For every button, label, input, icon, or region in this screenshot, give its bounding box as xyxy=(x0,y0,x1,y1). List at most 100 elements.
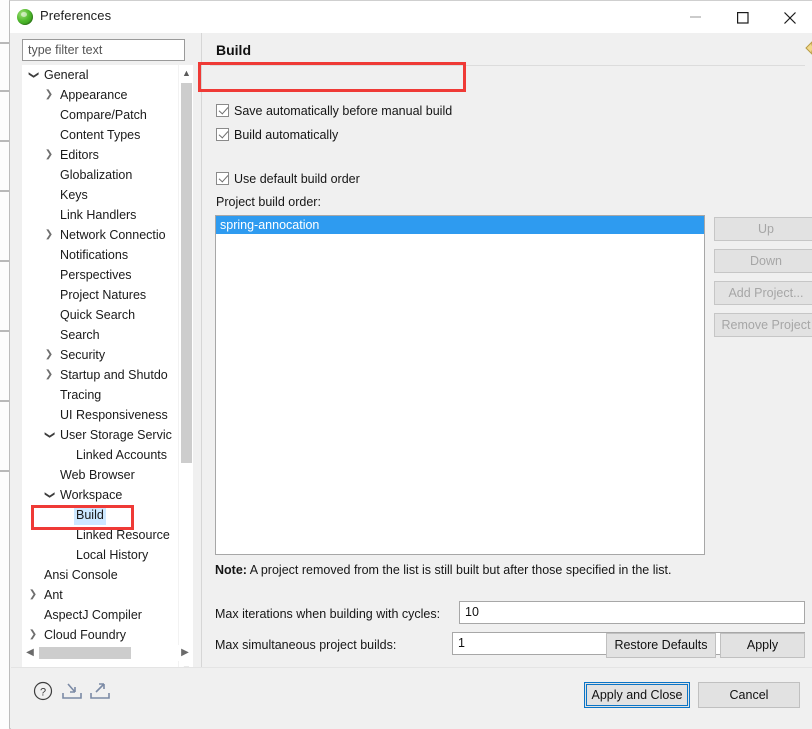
sidebar-item-label: Project Natures xyxy=(60,288,147,302)
sidebar-item-label: General xyxy=(44,68,89,82)
eclipse-icon xyxy=(17,9,33,25)
minimize-icon xyxy=(690,16,701,18)
down-button[interactable]: Down xyxy=(714,249,812,273)
sidebar-item-security[interactable]: ❯ Security xyxy=(22,345,178,365)
max-iterations-label: Max iterations when building with cycles… xyxy=(215,607,441,621)
chevron-down-icon[interactable]: ❯ xyxy=(23,68,43,82)
restore-defaults-button[interactable]: Restore Defaults xyxy=(606,633,716,658)
sidebar-item-quick-search[interactable]: Quick Search xyxy=(22,305,178,325)
checkbox-build-automatically[interactable]: Build automatically xyxy=(216,128,338,142)
sidebar-item-compare-patch[interactable]: Compare/Patch xyxy=(22,105,178,125)
sidebar-item-perspectives[interactable]: Perspectives xyxy=(22,265,178,285)
checkbox-use-default-build-order[interactable]: Use default build order xyxy=(216,172,360,186)
sidebar-item-label: Linked Resource xyxy=(76,528,170,542)
svg-text:?: ? xyxy=(40,687,46,699)
note-body: A project removed from the list is still… xyxy=(246,563,672,577)
sidebar-item-project-natures[interactable]: Project Natures xyxy=(22,285,178,305)
chevron-right-icon[interactable]: ❯ xyxy=(42,345,56,365)
sidebar-item-label: Build xyxy=(74,505,106,525)
sidebar-item-ant[interactable]: ❯ Ant xyxy=(22,585,178,605)
chevron-right-icon[interactable]: ❯ xyxy=(42,225,56,245)
sidebar-item-link-handlers[interactable]: Link Handlers xyxy=(22,205,178,225)
import-icon xyxy=(62,683,82,699)
cancel-button[interactable]: Cancel xyxy=(698,682,800,708)
sidebar-item-aspectj-compiler[interactable]: AspectJ Compiler xyxy=(22,605,178,625)
sidebar-item-label: Content Types xyxy=(60,128,141,142)
chevron-right-icon[interactable]: ❯ xyxy=(42,365,56,385)
add-project-button[interactable]: Add Project... xyxy=(714,281,812,305)
sidebar-item-ansi-console[interactable]: Ansi Console xyxy=(22,565,178,585)
max-iterations-input[interactable]: 10 xyxy=(459,601,805,624)
sidebar-item-label: Tracing xyxy=(60,388,102,402)
vertical-scrollbar-thumb[interactable] xyxy=(181,83,192,463)
maximize-icon xyxy=(737,12,749,24)
export-button[interactable] xyxy=(89,681,113,705)
sidebar-item-local-history[interactable]: Local History xyxy=(22,545,178,565)
apply-and-close-button[interactable]: Apply and Close xyxy=(584,682,690,708)
chevron-down-icon[interactable]: ❯ xyxy=(39,488,59,502)
title-bar: Preferences xyxy=(10,1,812,33)
sidebar-item-keys[interactable]: Keys xyxy=(22,185,178,205)
sidebar-item-label: Workspace xyxy=(60,488,123,502)
back-button[interactable] xyxy=(804,40,812,60)
chevron-right-icon[interactable]: ❯ xyxy=(26,585,40,605)
close-button[interactable] xyxy=(768,1,812,32)
sidebar-item-label: Web Browser xyxy=(60,468,135,482)
chevron-right-icon[interactable]: ❯ xyxy=(26,625,40,645)
sidebar-item-general[interactable]: ❯ General xyxy=(22,65,178,85)
sidebar-item-web-browser[interactable]: Web Browser xyxy=(22,465,178,485)
sidebar-item-globalization[interactable]: Globalization xyxy=(22,165,178,185)
sidebar-item-startup-and-shutdo[interactable]: ❯ Startup and Shutdo xyxy=(22,365,178,385)
checkbox-save-automatically[interactable]: Save automatically before manual build xyxy=(216,104,452,118)
help-button[interactable]: ? xyxy=(33,681,57,705)
sidebar-item-appearance[interactable]: ❯ Appearance xyxy=(22,85,178,105)
checkbox-box[interactable] xyxy=(216,128,229,141)
checkbox-box[interactable] xyxy=(216,104,229,117)
sidebar-item-ui-responsiveness[interactable]: UI Responsiveness xyxy=(22,405,178,425)
import-button[interactable] xyxy=(61,681,85,705)
title-separator xyxy=(210,65,805,66)
maximize-button[interactable] xyxy=(721,1,767,32)
remove-project-button[interactable]: Remove Project xyxy=(714,313,812,337)
horizontal-scrollbar-thumb[interactable] xyxy=(39,647,131,659)
list-item[interactable]: spring-annocation xyxy=(216,216,704,234)
checkbox-label: Use default build order xyxy=(234,172,360,186)
close-icon xyxy=(784,12,796,24)
sidebar-item-cloud-foundry[interactable]: ❯ Cloud Foundry xyxy=(22,625,178,645)
filter-input[interactable]: type filter text xyxy=(22,39,185,61)
sidebar-item-linked-accounts[interactable]: Linked Accounts xyxy=(22,445,178,465)
apply-button[interactable]: Apply xyxy=(720,633,805,658)
sidebar-item-notifications[interactable]: Notifications xyxy=(22,245,178,265)
sidebar-item-editors[interactable]: ❯ Editors xyxy=(22,145,178,165)
sidebar-item-network-connectio[interactable]: ❯ Network Connectio xyxy=(22,225,178,245)
sidebar-item-label: Appearance xyxy=(60,88,128,102)
sidebar-item-linked-resource[interactable]: Linked Resource xyxy=(22,525,178,545)
project-build-order-list[interactable]: spring-annocation xyxy=(215,215,705,555)
sidebar-item-build[interactable]: Build xyxy=(22,505,178,525)
sidebar-item-label: Local History xyxy=(76,548,149,562)
build-order-label: Project build order: xyxy=(216,195,321,209)
chevron-right-icon[interactable]: ❯ xyxy=(42,85,56,105)
tree-vertical-scrollbar[interactable]: ▲ ▼ xyxy=(178,65,193,677)
sidebar-item-label: Quick Search xyxy=(60,308,136,322)
chevron-right-icon[interactable]: ❯ xyxy=(42,145,56,165)
sidebar-item-label: Search xyxy=(60,328,100,342)
checkbox-box[interactable] xyxy=(216,172,229,185)
chevron-down-icon[interactable]: ❯ xyxy=(39,428,59,442)
minimize-button[interactable] xyxy=(674,1,720,32)
sidebar-item-workspace[interactable]: ❯ Workspace xyxy=(22,485,178,505)
chevron-right-icon[interactable]: ▶ xyxy=(177,645,193,661)
dialog-footer: ? Apply and Close Cancel xyxy=(11,667,812,729)
up-button[interactable]: Up xyxy=(714,217,812,241)
preferences-tree[interactable]: ❯ General ❯ Appearance Compare/Patch Content … xyxy=(22,65,193,677)
sidebar-item-tracing[interactable]: Tracing xyxy=(22,385,178,405)
sidebar-item-search[interactable]: Search xyxy=(22,325,178,345)
sidebar-item-user-storage-servic[interactable]: ❯ User Storage Servic xyxy=(22,425,178,445)
sidebar-item-content-types[interactable]: Content Types xyxy=(22,125,178,145)
tree-horizontal-scrollbar[interactable]: ◀ ▶ xyxy=(22,645,193,661)
chevron-up-icon[interactable]: ▲ xyxy=(179,65,193,81)
chevron-left-icon[interactable]: ◀ xyxy=(22,645,38,661)
window-title: Preferences xyxy=(40,8,112,23)
sidebar-item-label: Perspectives xyxy=(60,268,132,282)
sidebar-item-label: Globalization xyxy=(60,168,133,182)
